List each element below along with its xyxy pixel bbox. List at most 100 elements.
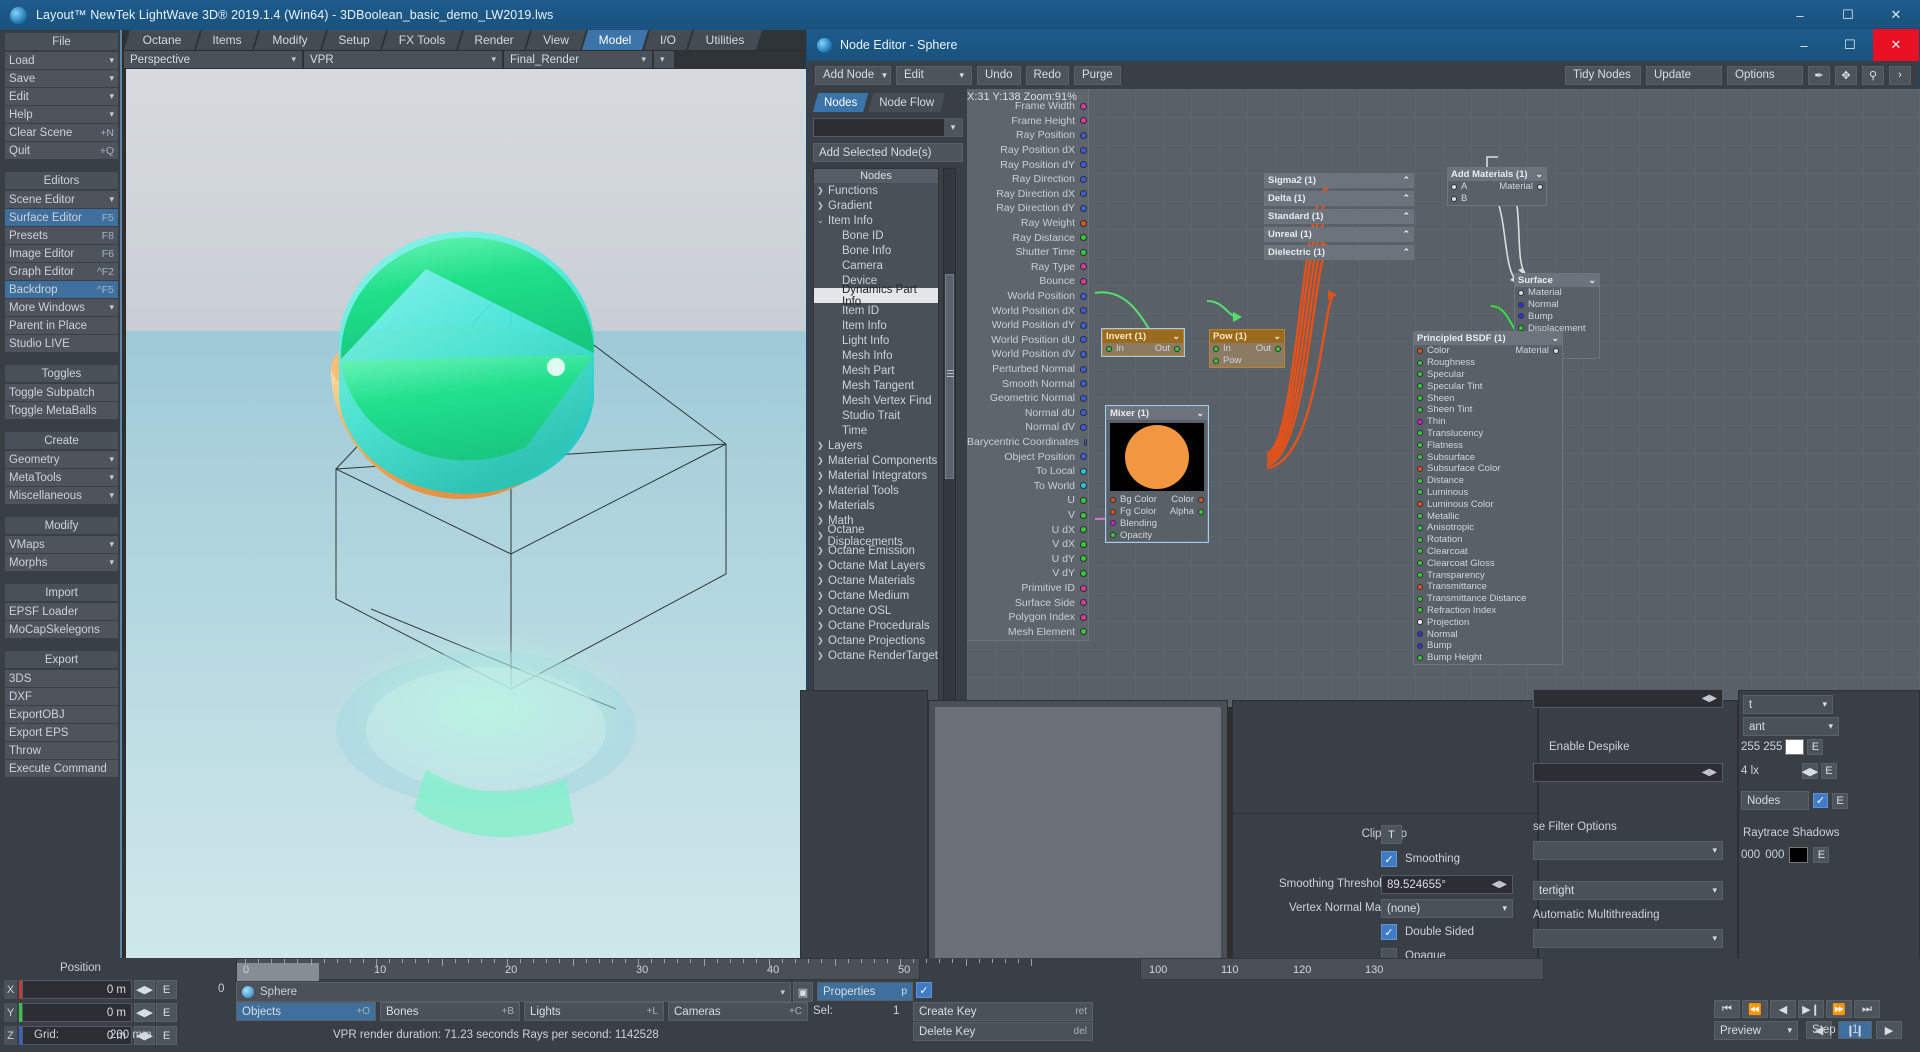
chevron-right-icon[interactable]: ❯ [817,486,828,495]
axis-envelope-x[interactable]: E [156,980,177,999]
despike-field[interactable]: ◀▶ [1533,763,1723,782]
sidebar-item-execute-command[interactable]: Execute Command [5,760,118,777]
sidebar-item-miscellaneous[interactable]: Miscellaneous ▾ [5,487,118,504]
node-tree-item-dynamics-part-info[interactable]: Dynamics Part Info [814,284,938,308]
port-dot-icon[interactable] [1080,102,1087,110]
port-dot-icon[interactable] [1417,406,1423,413]
port-dot-icon[interactable] [1080,496,1087,504]
port-dot-icon[interactable] [1080,482,1087,490]
port-dot-icon[interactable] [1417,631,1423,638]
node-port-row[interactable]: Subsurface Color [1414,463,1562,475]
sidebar-item-3ds[interactable]: 3DS [5,670,118,687]
port-dot-icon[interactable] [1080,453,1087,461]
minimize-button[interactable]: – [1776,0,1824,30]
node-port-row[interactable]: Bump Height [1414,652,1562,664]
node-principled-bsdf[interactable]: Principled BSDF (1) ⌄ Color Material Roughne… [1413,331,1563,665]
node-port-row[interactable]: Transparency [1414,569,1562,581]
node-tree-item-octane-osl[interactable]: ❯ Octane OSL [814,603,938,618]
filter-dropdown[interactable]: ▾ [1533,841,1723,860]
input-port-normal-du[interactable]: Normal dU [967,406,1089,421]
node-port-row[interactable]: Blending [1107,518,1207,530]
sidebar-item-clear-scene[interactable]: Clear Scene +N [5,124,118,141]
nodes-checkbox[interactable]: ✓ [1813,793,1828,808]
tab-utilities[interactable]: Utilities [688,30,762,50]
port-dot-icon[interactable] [1080,409,1087,417]
port-dot-icon[interactable] [1080,292,1087,300]
input-port-perturbed-normal[interactable]: Perturbed Normal [967,362,1089,377]
port-dot-icon[interactable] [1080,190,1087,198]
chevron-down-icon[interactable]: ⌄ [1535,169,1543,180]
input-port-world-position-du[interactable]: World Position dU [967,333,1089,348]
chevron-right-icon[interactable]: ❯ [817,651,828,660]
node-port-row[interactable]: Refraction Index [1414,605,1562,617]
port-dot-icon[interactable] [1417,654,1423,661]
node-port-row[interactable]: Luminous [1414,487,1562,499]
sidebar-item-backdrop[interactable]: Backdrop ^F5 [5,281,118,298]
port-dot-icon[interactable] [1417,465,1423,472]
port-dot-icon[interactable] [1080,555,1087,563]
sidebar-item-export-eps[interactable]: Export EPS [5,724,118,741]
sidebar-item-more-windows[interactable]: More Windows ▾ [5,299,118,316]
port-dot-icon[interactable] [1417,524,1423,531]
port-dot-icon[interactable] [1417,548,1423,555]
node-add-materials[interactable]: Add Materials (1) ⌄ A Material B [1447,167,1547,206]
options-button[interactable]: Options [1727,65,1803,85]
node-port-row[interactable]: Pow [1210,355,1284,367]
stepper-arrows-icon[interactable]: ◀▶ [1702,767,1717,778]
tab-items[interactable]: Items [196,30,258,50]
port-dot-icon[interactable] [1174,345,1180,352]
input-port-u-dy[interactable]: U dY [967,552,1089,567]
input-port-ray-direction-dx[interactable]: Ray Direction dX [967,187,1089,202]
axis-stepper-y[interactable]: ◀▶ [134,1003,155,1022]
ant-dropdown[interactable]: ant ▾ [1743,717,1839,736]
chevron-down-icon[interactable]: ⌄ [1196,408,1204,419]
chevron-up-icon[interactable]: ⌃ [1402,211,1410,222]
port-dot-icon[interactable] [1080,599,1087,607]
port-dot-icon[interactable] [1080,219,1087,227]
despike-field-top[interactable]: ◀▶ [1533,689,1723,708]
smoothing-checkbox[interactable]: ✓ [1381,851,1397,867]
node-port-row[interactable]: Normal [1515,299,1599,311]
axis-field-x[interactable]: 0 m [22,980,132,999]
input-port-u-dx[interactable]: U dX [967,522,1089,537]
chevron-right-icon[interactable]: ❯ [817,471,828,480]
node-port-row[interactable]: Flatness [1414,439,1562,451]
tab-octane[interactable]: Octane [124,30,200,50]
node-library-tab-nodes[interactable]: Nodes [813,93,868,112]
node-tree-item-octane-displacements[interactable]: ❯ Octane Displacements [814,524,938,548]
port-dot-icon[interactable] [1537,183,1543,190]
add-selected-nodes-button[interactable]: Add Selected Node(s) [813,143,963,162]
axis-envelope-z[interactable]: E [156,1026,177,1045]
input-port-shutter-time[interactable]: Shutter Time [967,245,1089,260]
node-tree-scrollbar[interactable] [943,168,956,703]
node-tree-item-material-components[interactable]: ❯ Material Components [814,453,938,468]
input-port-v[interactable]: V [967,508,1089,523]
sidebar-item-exportobj[interactable]: ExportOBJ [5,706,118,723]
input-port-world-position-dx[interactable]: World Position dX [967,303,1089,318]
add-node-dropdown[interactable]: Add Node ▾ [815,65,891,85]
node-port-row[interactable]: Opacity [1107,529,1207,541]
port-dot-icon[interactable] [1518,301,1524,308]
chevron-right-icon[interactable]: ❯ [817,576,828,585]
port-dot-icon[interactable] [1080,146,1087,154]
node-dielectric-1-[interactable]: Dielectric (1) ⌃ [1264,245,1414,260]
scrollbar-thumb[interactable] [945,274,954,479]
port-dot-icon[interactable] [1417,359,1423,366]
search-icon[interactable]: ⚲ [1862,65,1884,85]
node-output[interactable]: Material [1499,181,1543,192]
node-port-row[interactable]: Transmittance Distance [1414,593,1562,605]
port-dot-icon[interactable] [1417,371,1423,378]
transport-button-1[interactable]: ⏪ [1742,1000,1768,1018]
chevron-up-icon[interactable]: ⌃ [1402,229,1410,240]
node-tree-item-gradient[interactable]: ❯ Gradient [814,198,938,213]
node-editor-minimize[interactable]: – [1781,29,1827,61]
port-dot-icon[interactable] [1417,442,1423,449]
node-tree-item-functions[interactable]: ❯ Functions [814,183,938,198]
node-tree-item-item-info[interactable]: ⌄ Item Info [814,213,938,228]
input-port-barycentric-coordinates[interactable]: Barycentric Coordinates [967,435,1089,450]
input-port-ray-distance[interactable]: Ray Distance [967,230,1089,245]
chevron-right-icon[interactable]: ❯ [817,561,828,570]
item-picker-icon[interactable]: ▣ [793,982,813,1002]
node-port-row[interactable]: Specular [1414,369,1562,381]
sidebar-item-dxf[interactable]: DXF [5,688,118,705]
